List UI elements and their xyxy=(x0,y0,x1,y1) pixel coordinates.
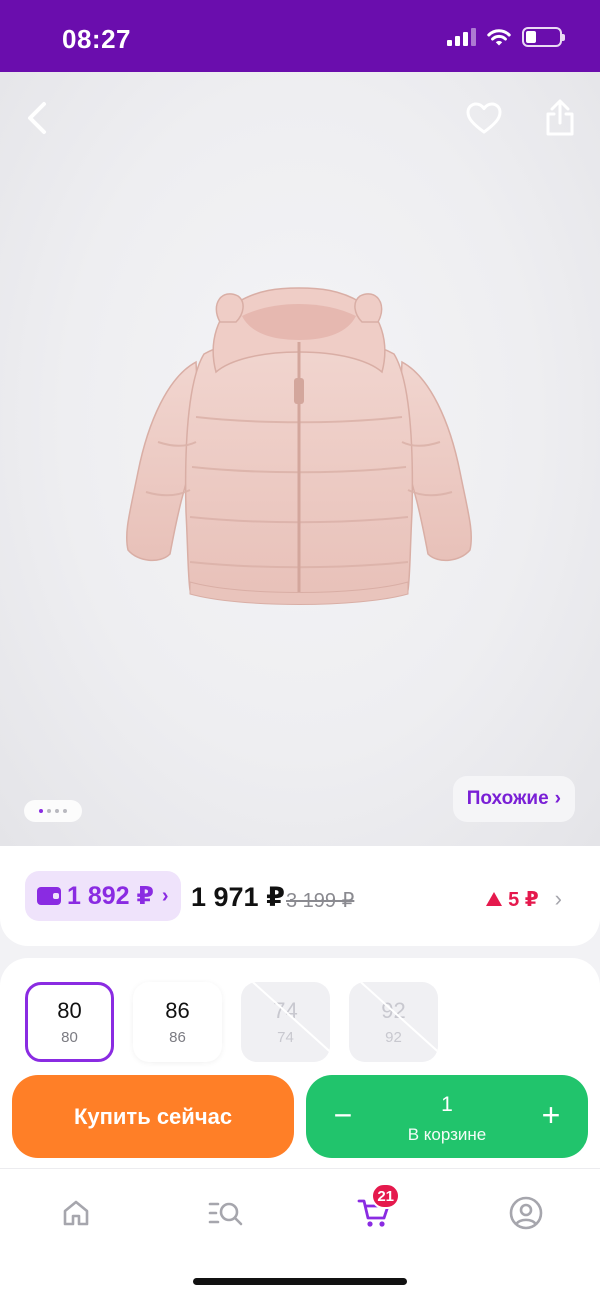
price-card: 1 892 ₽ › 1 971 ₽ 3 199 ₽ 5 ₽ › xyxy=(0,846,600,946)
nav-cart[interactable]: 21 xyxy=(350,1183,400,1235)
cart-quantity-control: − 1 В корзине + xyxy=(306,1075,588,1158)
size-label: 74 xyxy=(273,998,298,1023)
size-list: 80 80 86 86 74 74 92 92 xyxy=(25,982,438,1062)
size-label: 80 xyxy=(57,998,82,1023)
similar-label: Похожие xyxy=(466,788,549,809)
size-label: 86 xyxy=(165,998,190,1023)
size-label: 92 xyxy=(381,998,406,1023)
heart-icon xyxy=(466,102,502,134)
size-option[interactable]: 86 86 xyxy=(133,982,222,1062)
old-price: 3 199 ₽ xyxy=(286,890,355,912)
carousel-dot xyxy=(63,809,67,813)
pink-puffer-jacket-image xyxy=(125,287,473,605)
chevron-right-icon: › xyxy=(554,886,562,911)
home-indicator xyxy=(193,1278,407,1285)
battery-icon xyxy=(522,27,565,47)
back-button[interactable] xyxy=(16,96,60,140)
size-option[interactable]: 80 80 xyxy=(25,982,114,1062)
nav-profile[interactable] xyxy=(502,1191,550,1235)
size-sublabel: 92 xyxy=(385,1029,402,1046)
buy-now-button[interactable]: Купить сейчас xyxy=(12,1075,294,1158)
price-change-value: 5 ₽ xyxy=(508,888,539,911)
carousel-dot xyxy=(47,809,51,813)
status-icons xyxy=(447,27,565,47)
similar-products-button[interactable]: Похожие › xyxy=(452,776,575,822)
price-change-button[interactable]: 5 ₽ › xyxy=(486,886,562,912)
wallet-icon xyxy=(37,887,61,905)
share-icon xyxy=(546,99,574,136)
size-sublabel: 80 xyxy=(61,1029,78,1046)
cellular-signal-icon xyxy=(447,28,476,46)
cart-count-badge: 21 xyxy=(371,1183,400,1209)
chevron-right-icon: › xyxy=(161,884,169,907)
nav-home[interactable] xyxy=(52,1191,100,1235)
nav-catalog-search[interactable] xyxy=(202,1191,250,1235)
current-price: 1 971 ₽ xyxy=(191,882,285,912)
wifi-icon xyxy=(487,29,511,46)
home-icon xyxy=(63,1200,89,1226)
share-button[interactable] xyxy=(538,96,582,140)
carousel-dot xyxy=(39,809,43,813)
carousel-dots xyxy=(24,800,82,822)
product-gallery[interactable]: Похожие › xyxy=(0,72,600,848)
size-sublabel: 86 xyxy=(169,1029,186,1046)
wallet-price-button[interactable]: 1 892 ₽ › xyxy=(25,871,181,921)
chevron-left-icon xyxy=(28,102,46,134)
status-time: 08:27 xyxy=(62,24,131,54)
increase-quantity-button[interactable]: + xyxy=(531,1095,571,1135)
size-sublabel: 74 xyxy=(277,1029,294,1046)
size-option-unavailable[interactable]: 92 92 xyxy=(349,982,438,1062)
catalog-search-icon xyxy=(208,1202,243,1226)
profile-icon xyxy=(509,1196,543,1230)
carousel-dot xyxy=(55,809,59,813)
wallet-price-value: 1 892 ₽ xyxy=(67,882,154,910)
chevron-right-icon: › xyxy=(554,788,561,809)
status-bar: 08:27 xyxy=(0,0,600,72)
size-option-unavailable[interactable]: 74 74 xyxy=(241,982,330,1062)
arrow-up-icon xyxy=(486,892,503,906)
favorite-button[interactable] xyxy=(462,96,506,140)
